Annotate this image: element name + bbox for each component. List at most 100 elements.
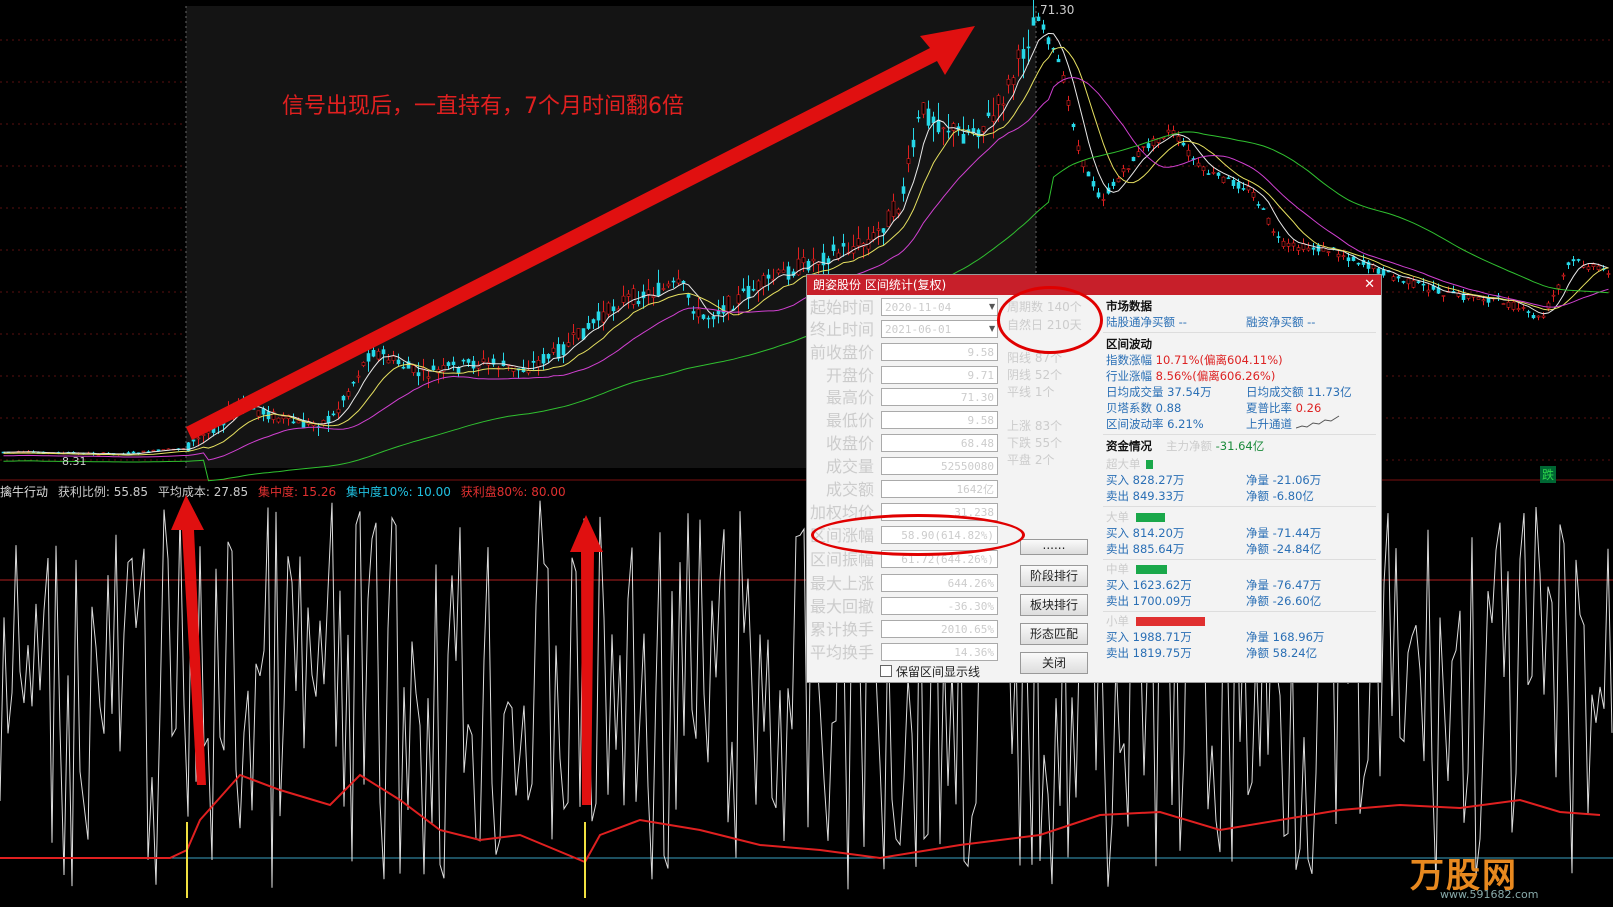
volatility-title: 区间波动 (1106, 337, 1152, 351)
dialog-title-bar[interactable]: 朗姿股份 区间统计(复权) ✕ (807, 275, 1381, 295)
channel-sparkline-icon (1296, 415, 1340, 429)
field-row-12: 最大上涨 644.26% (806, 574, 1000, 594)
chevron-down-icon[interactable]: ▼ (989, 302, 995, 311)
keep-range-line-checkbox[interactable]: 保留区间显示线 (880, 663, 980, 680)
buy-amount: 买入 814.20万 (1106, 526, 1185, 540)
beta: 贝塔系数 0.88 (1106, 401, 1182, 415)
north-net-buy: 陆股通净买额 -- (1106, 315, 1187, 329)
indicator-item-2: 集中度: 15.26 (257, 485, 337, 499)
separator (1103, 611, 1376, 612)
field-row-0: 起始时间 2020-11-04 ▼ (806, 298, 1000, 318)
indicator-name[interactable]: 擒牛行动 (0, 485, 48, 499)
order-size-name: 超大单 (1106, 457, 1141, 471)
field-value: -36.30% (881, 597, 998, 615)
field-row-6: 收盘价 68.48 (806, 434, 1000, 454)
field-row-4: 最高价 71.30 (806, 388, 1000, 408)
avg-amount: 日均成交额 11.73亿 (1246, 385, 1352, 399)
volatility-rate: 区间波动率 6.21% (1106, 417, 1204, 431)
headline-annotation: 信号出现后，一直持有，7个月时间翻6倍 (282, 94, 684, 119)
field-label: 收盘价 (825, 434, 874, 453)
buy-amount: 买入 1623.62万 (1106, 578, 1192, 592)
field-row-1: 终止时间 2021-06-01 ▼ (806, 320, 1000, 340)
net-volume: 净量 168.96万 (1246, 630, 1325, 644)
field-label: 最高价 (825, 388, 874, 407)
field-row-2: 前收盘价 9.58 (806, 343, 1000, 363)
dialog-title: 朗姿股份 区间统计(复权) (813, 278, 947, 292)
peak-price-label: 71.30 (1040, 3, 1075, 17)
watermark-url: www.591682.com (1440, 888, 1539, 901)
field-value: 1642亿 (881, 480, 998, 498)
funds-title: 资金情况 (1106, 439, 1152, 453)
indicator-item-4: 获利盘80%: 80.00 (460, 485, 566, 499)
field-value: 9.58 (881, 343, 998, 361)
field-label: 成交量 (825, 457, 874, 476)
order-size-name: 中单 (1106, 562, 1129, 576)
down-badge: 跌 (1540, 466, 1557, 483)
field-value: 68.48 (881, 434, 998, 452)
checkbox-box-icon[interactable] (880, 665, 892, 677)
field-label: 累计换手 (809, 620, 874, 639)
indicator-item-3: 集中度10%: 10.00 (345, 485, 451, 499)
sell-amount: 卖出 1819.75万 (1106, 646, 1192, 660)
close-icon[interactable]: ✕ (1364, 275, 1375, 295)
industry-change: 行业涨幅 8.56%(偏离606.26%) (1106, 369, 1276, 383)
field-value: 644.26% (881, 574, 998, 592)
order-size-bar (1136, 565, 1168, 574)
net-volume: 净量 -76.47万 (1246, 578, 1322, 592)
low-price-label: 8.31 (62, 455, 87, 468)
date-picker[interactable]: 2020-11-04 (881, 298, 998, 316)
order-size-bar (1146, 460, 1154, 469)
field-label: 最大上涨 (809, 574, 874, 593)
field-value: 9.58 (881, 411, 998, 429)
separator (1103, 559, 1376, 560)
field-row-7: 成交量 52550080 (806, 457, 1000, 477)
field-row-3: 开盘价 9.71 (806, 366, 1000, 386)
field-label: 前收盘价 (809, 343, 874, 362)
order-size-name: 大单 (1106, 510, 1129, 524)
field-row-13: 最大回撤 -36.30% (806, 597, 1000, 617)
stage-rank-button[interactable]: 阶段排行 (1020, 565, 1088, 587)
field-label: 开盘价 (825, 366, 874, 385)
close-button[interactable]: 关闭 (1020, 652, 1088, 674)
more-button[interactable]: ...... (1020, 539, 1088, 555)
checkbox-label: 保留区间显示线 (896, 665, 981, 679)
even-count: 平盘 2个 (1007, 453, 1055, 467)
indicator-legend: 擒牛行动 获利比例: 55.85 平均成本: 27.85 集中度: 15.26 … (0, 483, 572, 500)
indicator-item-1: 平均成本: 27.85 (157, 485, 249, 499)
market-data-title: 市场数据 (1106, 299, 1152, 313)
chevron-down-icon[interactable]: ▼ (989, 324, 995, 333)
sell-amount: 卖出 1700.09万 (1106, 594, 1192, 608)
order-size-bar (1136, 617, 1205, 626)
sell-amount: 卖出 849.33万 (1106, 489, 1185, 503)
sell-amount: 卖出 885.64万 (1106, 542, 1185, 556)
order-size-bar (1136, 513, 1166, 522)
avg-volume: 日均成交量 37.54万 (1106, 385, 1212, 399)
net-amount: 净额 58.24亿 (1246, 646, 1318, 660)
yin-count: 阴线 52个 (1007, 368, 1063, 382)
field-value: 71.30 (881, 388, 998, 406)
pattern-match-button[interactable]: 形态匹配 (1020, 623, 1088, 645)
separator (1103, 506, 1376, 507)
field-label: 终止时间 (809, 320, 874, 339)
index-change: 指数涨幅 10.71%(偏离604.11%) (1106, 353, 1283, 367)
net-amount: 净额 -26.60亿 (1246, 594, 1322, 608)
field-value: 52550080 (881, 457, 998, 475)
buy-amount: 买入 828.27万 (1106, 473, 1185, 487)
indicator-item-0: 获利比例: 55.85 (57, 485, 149, 499)
field-label: 平均换手 (809, 643, 874, 662)
field-value: 14.36% (881, 643, 998, 661)
field-value: 9.71 (881, 366, 998, 384)
signal-arrow-1 (171, 495, 206, 785)
net-volume: 净量 -71.44万 (1246, 526, 1322, 540)
up-count: 上涨 83个 (1007, 419, 1063, 433)
field-row-5: 最低价 9.58 (806, 411, 1000, 431)
down-count: 下跌 55个 (1007, 436, 1063, 450)
date-picker[interactable]: 2021-06-01 (881, 320, 998, 338)
field-value: 2010.65% (881, 620, 998, 638)
margin-net-buy: 融资净买额 -- (1246, 315, 1316, 329)
sector-rank-button[interactable]: 板块排行 (1020, 594, 1088, 616)
flat-count: 平线 1个 (1007, 385, 1055, 399)
field-row-14: 累计换手 2010.65% (806, 620, 1000, 640)
field-row-15: 平均换手 14.36% (806, 643, 1000, 663)
net-volume: 净量 -21.06万 (1246, 473, 1322, 487)
